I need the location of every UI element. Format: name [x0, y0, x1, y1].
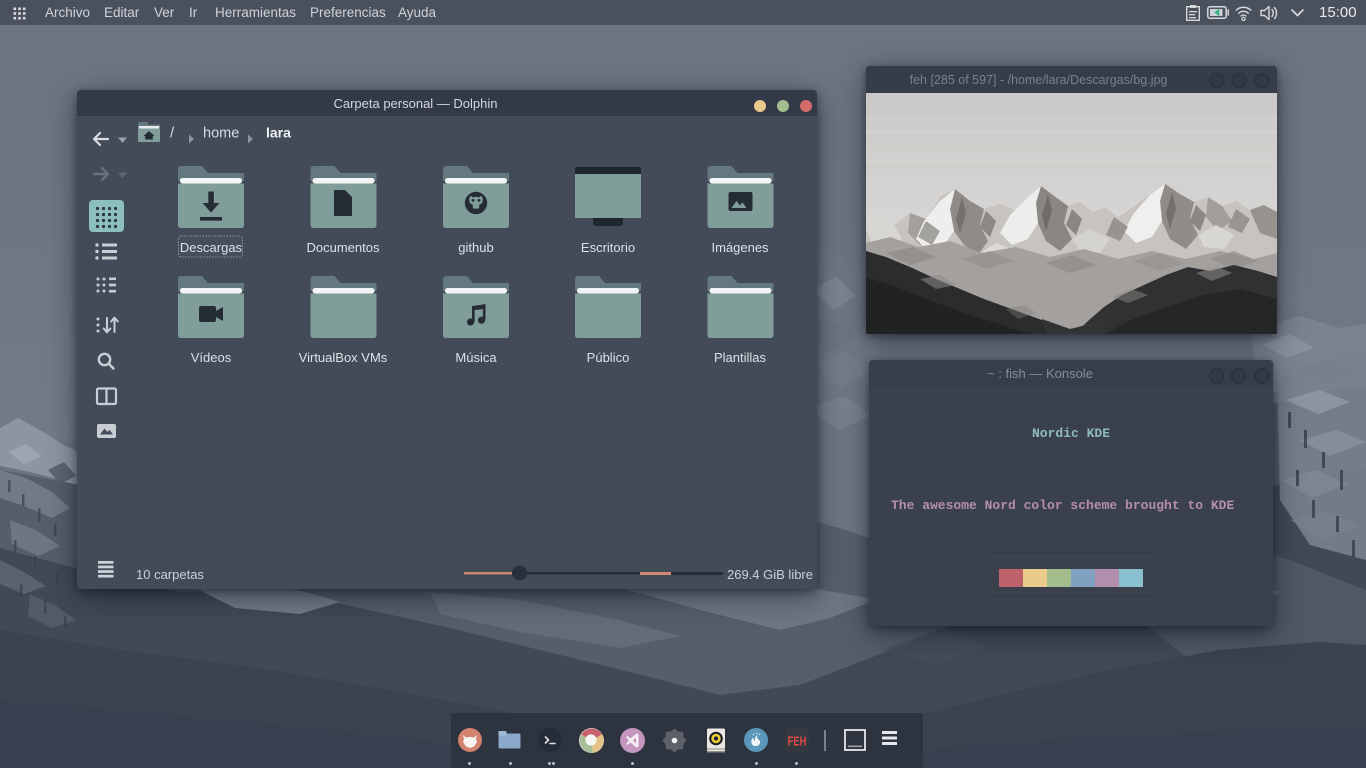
svg-text:home: home: [203, 126, 239, 142]
svg-text:lara: lara: [266, 125, 291, 141]
svg-text:FEH: FEH: [788, 734, 807, 749]
svg-text:/: /: [170, 125, 175, 142]
